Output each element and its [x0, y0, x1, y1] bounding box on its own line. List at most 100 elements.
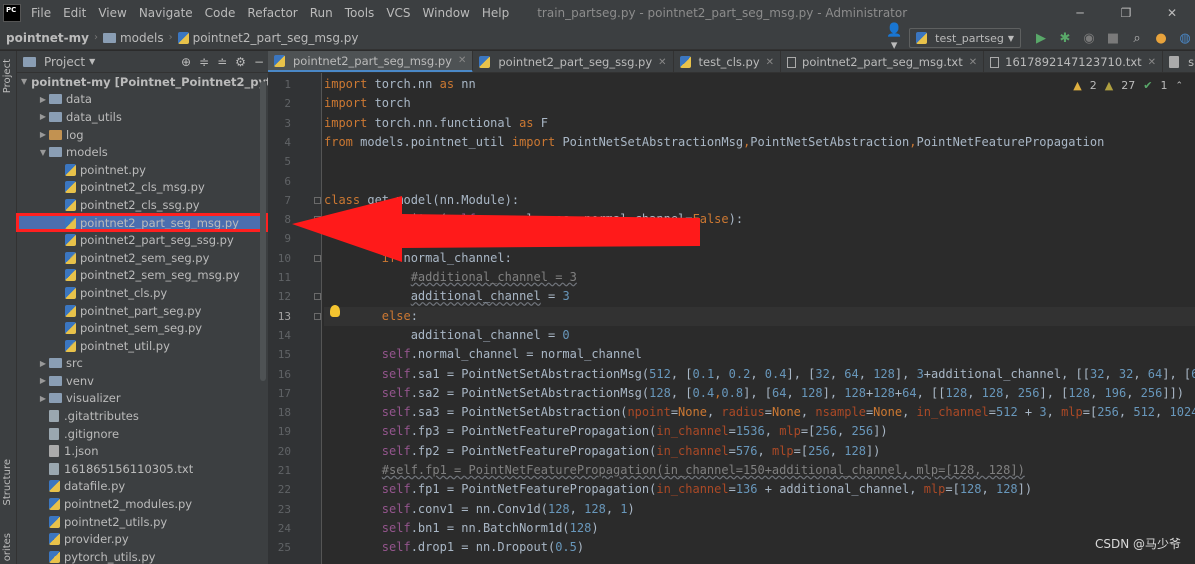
code-line[interactable]: self.bn1 = nn.BatchNorm1d(128): [324, 519, 599, 538]
tree-item[interactable]: ▶ data_utils: [17, 108, 268, 126]
close-tab-icon[interactable]: ✕: [658, 57, 666, 68]
tree-item[interactable]: ▶pointnet2_sem_seg_msg.py: [17, 267, 268, 285]
chevron-right-icon[interactable]: ▶: [37, 112, 49, 121]
editor-tab[interactable]: 1617892147123710.txt ✕: [984, 51, 1164, 72]
fold-icon[interactable]: [314, 216, 321, 224]
code-line[interactable]: self.conv1 = nn.Conv1d(128, 128, 1): [324, 500, 635, 519]
chevron-down-icon[interactable]: ▼: [37, 148, 49, 157]
code-line[interactable]: self.fp2 = PointNetFeaturePropagation(in…: [324, 442, 881, 461]
tree-item[interactable]: ▶pointnet2_sem_seg.py: [17, 249, 268, 267]
code-line[interactable]: super(get_model, self).__init__(): [324, 229, 620, 248]
close-tab-icon[interactable]: ✕: [766, 57, 774, 68]
editor-tab[interactable]: pointnet2_part_seg_msg.txt ✕: [781, 51, 985, 72]
code-line[interactable]: additional_channel = 3: [324, 287, 570, 306]
breadcrumb-folder[interactable]: models: [102, 31, 164, 45]
breadcrumb-project[interactable]: pointnet-my: [6, 31, 89, 45]
tree-item[interactable]: ▶pointnet2_part_seg_ssg.py: [17, 231, 268, 249]
code-area[interactable]: import torch.nn as nn import torch import …: [324, 73, 1195, 564]
tree-item[interactable]: ▶provider.py: [17, 530, 268, 548]
code-line[interactable]: self.fp3 = PointNetFeaturePropagation(in…: [324, 422, 888, 441]
menu-vcs[interactable]: VCS: [380, 0, 416, 26]
update-icon[interactable]: ●: [1151, 28, 1171, 48]
chevron-down-icon[interactable]: ▼: [21, 77, 27, 86]
chevron-right-icon[interactable]: ▶: [37, 394, 49, 403]
tree-item[interactable]: ▶pointnet2_cls_ssg.py: [17, 196, 268, 214]
code-line[interactable]: self.sa1 = PointNetSetAbstractionMsg(512…: [324, 365, 1195, 384]
chevron-right-icon[interactable]: ▶: [37, 359, 49, 368]
fold-icon[interactable]: [314, 293, 321, 301]
settings-sync-icon[interactable]: ◍: [1175, 28, 1195, 48]
code-line[interactable]: self.sa3 = PointNetSetAbstraction(npoint…: [324, 403, 1195, 422]
menu-help[interactable]: Help: [476, 0, 515, 26]
coverage-icon[interactable]: ◉: [1079, 28, 1099, 48]
code-line[interactable]: self.drop1 = nn.Dropout(0.5): [324, 538, 584, 557]
code-line[interactable]: class get_model(nn.Module):: [324, 191, 519, 210]
menu-view[interactable]: View: [92, 0, 132, 26]
tree-item[interactable]: ▶pointnet_cls.py: [17, 284, 268, 302]
tree-item[interactable]: ▶ log: [17, 126, 268, 144]
run-icon[interactable]: ▶: [1031, 28, 1051, 48]
fold-icon[interactable]: [314, 312, 321, 320]
close-tab-icon[interactable]: ✕: [969, 57, 977, 68]
tree-item[interactable]: ▶pointnet2_cls_msg.py: [17, 179, 268, 197]
close-button[interactable]: ✕: [1149, 0, 1195, 26]
tree-item[interactable]: ▶datafile.py: [17, 478, 268, 496]
code-line[interactable]: #additional_channel = 3: [324, 268, 577, 287]
code-line[interactable]: import torch.nn as nn: [324, 75, 476, 94]
tree-item[interactable]: ▶161865156110305.txt: [17, 460, 268, 478]
favorites-tool-window-tab[interactable]: orites: [2, 533, 13, 561]
code-line[interactable]: #self.fp1 = PointNetFeaturePropagation(i…: [324, 461, 1025, 480]
menu-file[interactable]: File: [25, 0, 57, 26]
code-line[interactable]: def __init__(self, num_classes, normal_c…: [324, 210, 743, 229]
stop-icon[interactable]: ■: [1103, 28, 1123, 48]
locate-icon[interactable]: ⊕: [181, 55, 191, 69]
tree-item[interactable]: ▶pointnet.py: [17, 161, 268, 179]
editor-tab[interactable]: test_cls.py ✕: [674, 51, 782, 72]
chevron-right-icon[interactable]: ▶: [37, 95, 49, 104]
project-panel-scrollbar[interactable]: [260, 81, 266, 381]
code-line[interactable]: self.fp1 = PointNetFeaturePropagation(in…: [324, 480, 1032, 499]
code-line[interactable]: from models.pointnet_util import PointNe…: [324, 133, 1104, 152]
tree-item[interactable]: ▼ pointnet-my [Pointnet_Pointnet2_pytorc: [17, 73, 268, 91]
tree-item[interactable]: ▼ models: [17, 143, 268, 161]
tree-item[interactable]: ▶ data: [17, 91, 268, 109]
tree-item[interactable]: ▶pointnet_util.py: [17, 337, 268, 355]
breadcrumb-file[interactable]: pointnet2_part_seg_msg.py: [177, 31, 358, 45]
restore-button[interactable]: ❐: [1103, 0, 1149, 26]
editor-tab[interactable]: pointnet2_part_seg_ssg.py ✕: [473, 51, 674, 72]
gear-icon[interactable]: ⚙: [235, 55, 246, 69]
tree-item[interactable]: ▶ venv: [17, 372, 268, 390]
tree-item[interactable]: ▶ visualizer: [17, 390, 268, 408]
tree-item[interactable]: ▶.gitignore: [17, 425, 268, 443]
code-line[interactable]: import torch: [324, 94, 411, 113]
menu-navigate[interactable]: Navigate: [133, 0, 199, 26]
chevron-right-icon[interactable]: ▶: [37, 130, 49, 139]
menu-edit[interactable]: Edit: [57, 0, 92, 26]
hide-icon[interactable]: −: [254, 55, 264, 69]
tree-item[interactable]: ▶1.json: [17, 442, 268, 460]
project-view-selector[interactable]: Project ▼: [23, 55, 95, 69]
code-line[interactable]: additional_channel = 0: [324, 326, 570, 345]
tree-item[interactable]: ▶pytorch_utils.py: [17, 548, 268, 564]
menu-window[interactable]: Window: [417, 0, 476, 26]
editor-tab[interactable]: shuffled_test_file_: [1163, 51, 1195, 72]
tree-item[interactable]: ▶.gitattributes: [17, 407, 268, 425]
menu-tools[interactable]: Tools: [339, 0, 381, 26]
tree-item[interactable]: ▶pointnet_part_seg.py: [17, 302, 268, 320]
inspection-widget[interactable]: ▲ 2 ▲ 27 ✔ 1 ⌃: [1073, 79, 1183, 92]
fold-icon[interactable]: [314, 196, 321, 204]
chevron-right-icon[interactable]: ▶: [37, 376, 49, 385]
chevron-up-icon[interactable]: ⌃: [1175, 81, 1183, 91]
tree-item[interactable]: ▶ src: [17, 355, 268, 373]
close-tab-icon[interactable]: ✕: [458, 55, 466, 66]
tree-item[interactable]: ▶pointnet_sem_seg.py: [17, 319, 268, 337]
code-line[interactable]: import torch.nn.functional as F: [324, 114, 548, 133]
tree-item[interactable]: ▶pointnet2_modules.py: [17, 495, 268, 513]
debug-icon[interactable]: ✱: [1055, 28, 1075, 48]
project-tool-window-tab[interactable]: Project: [2, 59, 13, 93]
code-editor[interactable]: 1 2 3 4 5 6 7 8 9 10 11 12 13 14 15 16 17 18 19 20 21 22 23 24 2…: [268, 73, 1195, 564]
user-icon[interactable]: 👤▾: [883, 23, 905, 53]
close-tab-icon[interactable]: ✕: [1148, 57, 1156, 68]
lightbulb-icon[interactable]: [330, 305, 340, 317]
fold-icon[interactable]: [314, 254, 321, 262]
